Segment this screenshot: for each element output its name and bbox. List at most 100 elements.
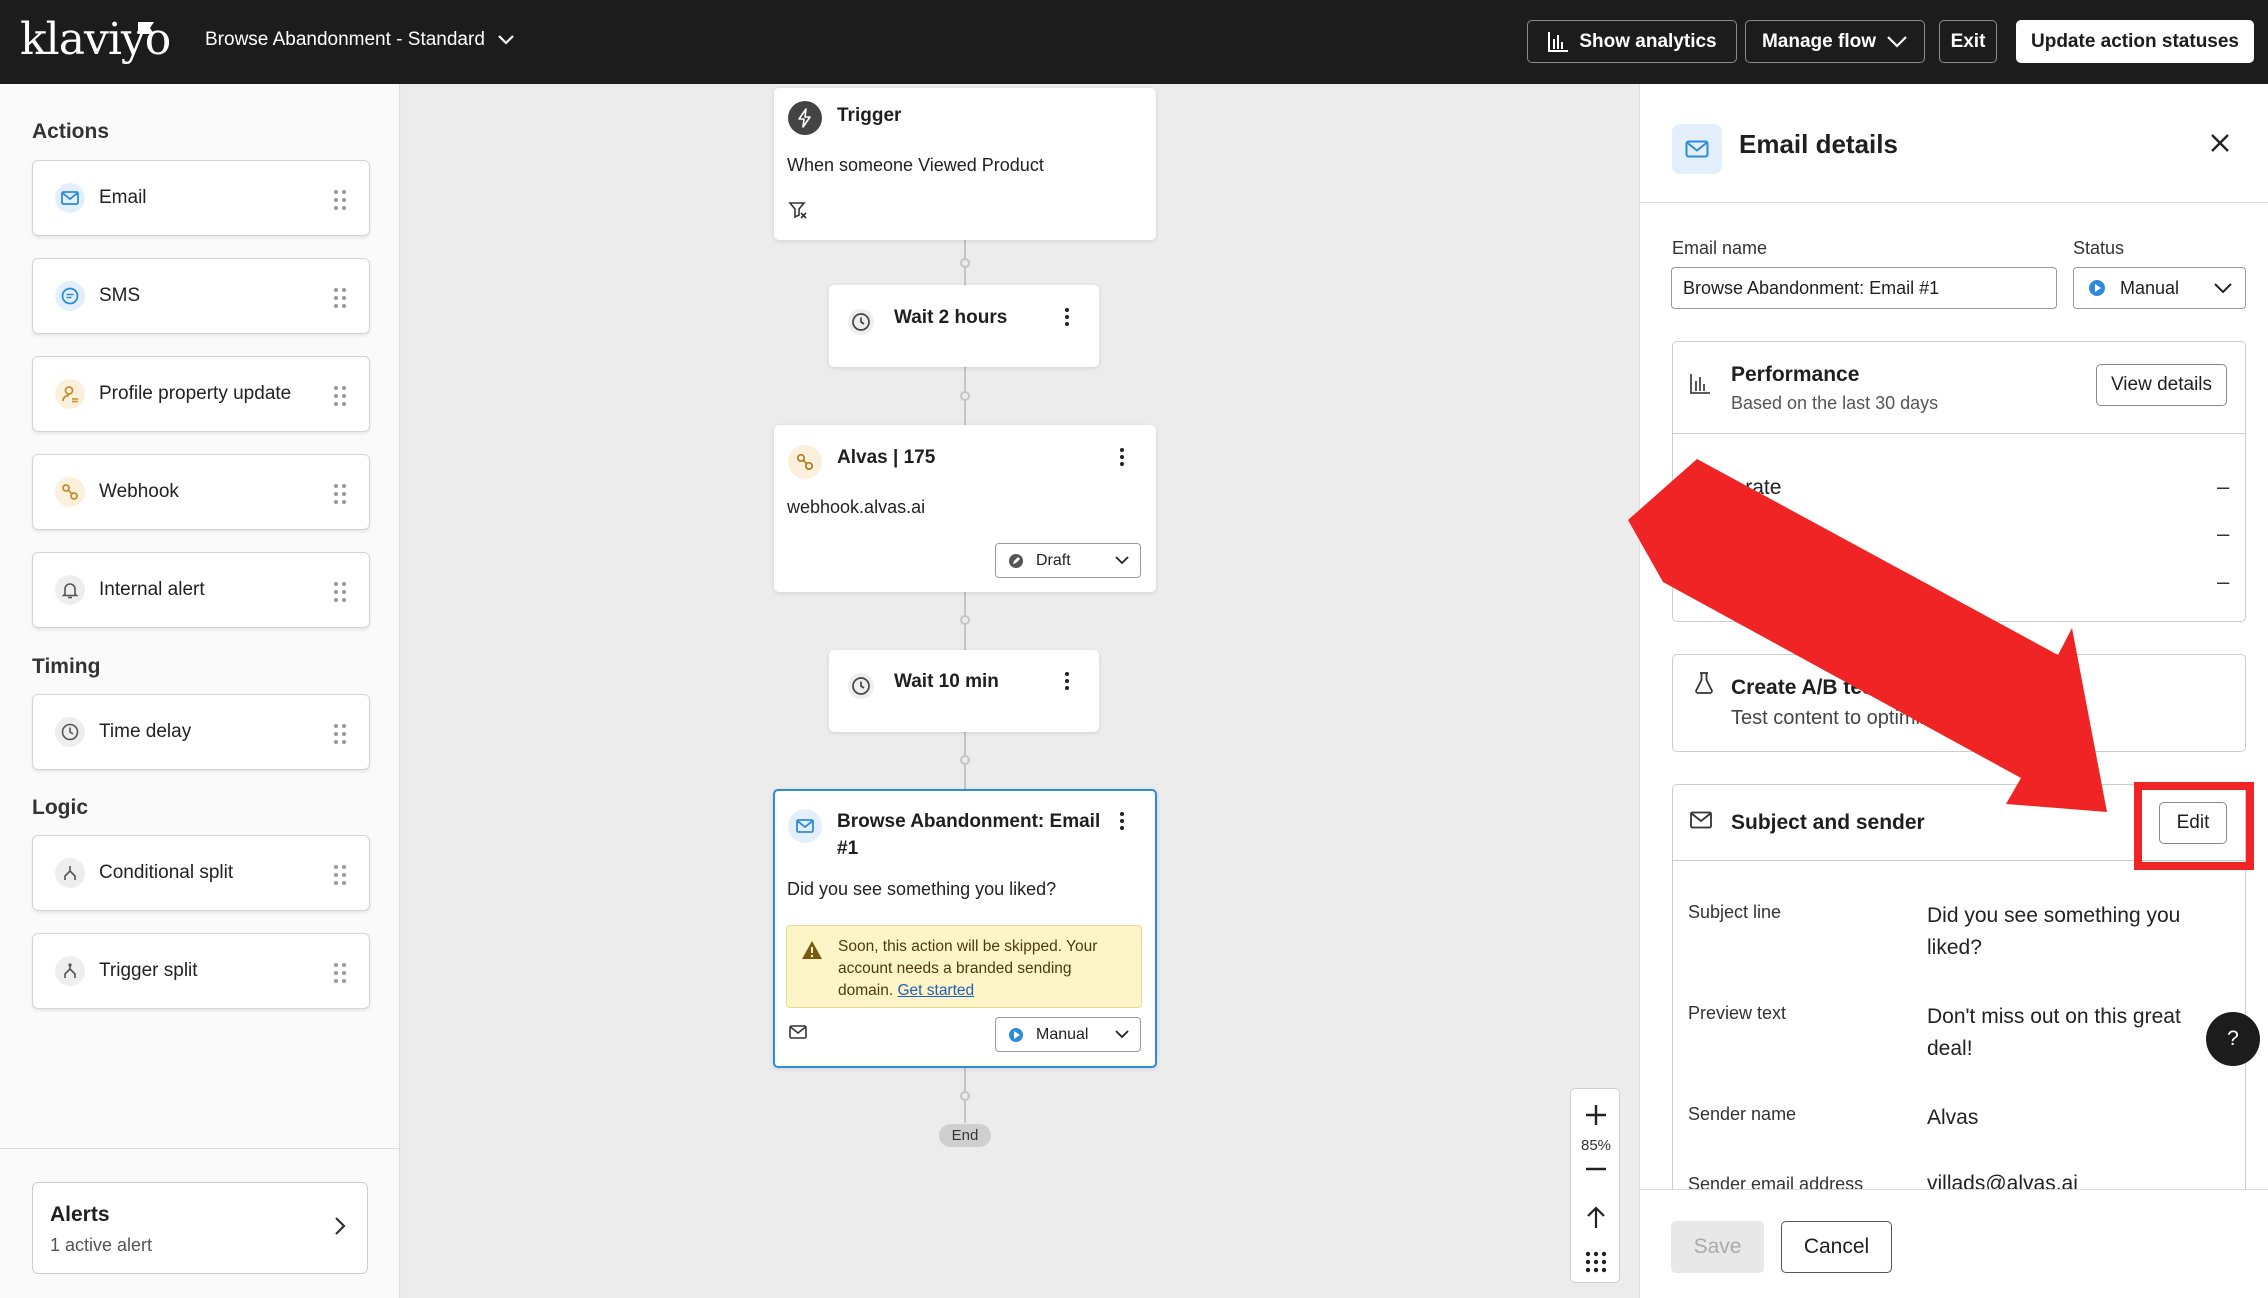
subject-sender-title: Subject and sender	[1731, 811, 1925, 834]
email-icon	[788, 809, 822, 843]
end-marker: End	[939, 1124, 991, 1147]
create-ab-test-card[interactable]	[1672, 654, 2246, 752]
drag-handle-icon[interactable]	[333, 483, 347, 505]
chevron-right-icon	[335, 1217, 346, 1235]
click-rate-label: Click rate	[1688, 523, 1776, 546]
ab-test-title: Create A/B test	[1731, 676, 1881, 699]
more-options-icon[interactable]	[1118, 812, 1126, 833]
panel-divider	[1639, 202, 2268, 203]
status-label: Status	[2073, 238, 2125, 258]
email-preview-icon[interactable]	[789, 1024, 807, 1040]
drag-handle-icon[interactable]	[333, 962, 347, 984]
status-select[interactable]: Manual	[2073, 267, 2246, 309]
connector-dot[interactable]	[960, 615, 970, 625]
drag-handle-icon[interactable]	[333, 581, 347, 603]
arrow-up-icon[interactable]	[1585, 1206, 1607, 1230]
grid-icon[interactable]	[1585, 1251, 1607, 1273]
alerts-card[interactable]: Alerts 1 active alert	[32, 1182, 368, 1274]
show-analytics-label: Show analytics	[1579, 30, 1717, 52]
email-node-subject: Did you see something you liked?	[787, 879, 1057, 899]
help-button[interactable]: ?	[2206, 1012, 2260, 1066]
exit-button[interactable]: Exit	[1939, 20, 1997, 63]
subject-line-label: Subject line	[1688, 902, 1782, 922]
sidebar-item-trigger-split[interactable]: Trigger split	[32, 933, 370, 1009]
alerts-subtitle: 1 active alert	[50, 1235, 153, 1255]
chevron-down-icon	[1115, 1030, 1129, 1039]
webhook-status-select[interactable]: Draft	[995, 543, 1141, 578]
drag-handle-icon[interactable]	[333, 864, 347, 886]
timing-section-title: Timing	[32, 655, 101, 678]
save-button[interactable]: Save	[1671, 1221, 1764, 1273]
drag-handle-icon[interactable]	[333, 189, 347, 211]
drag-handle-icon[interactable]	[333, 723, 347, 745]
chevron-down-icon	[1887, 35, 1907, 48]
flow-name: Browse Abandonment - Standard	[205, 29, 485, 50]
email-name-label: Email name	[1672, 238, 1768, 258]
sms-icon	[55, 281, 85, 311]
more-options-icon[interactable]	[1063, 308, 1071, 329]
view-details-button[interactable]: View details	[2096, 364, 2227, 406]
panel-title: Email details	[1739, 129, 1898, 159]
drag-handle-icon[interactable]	[333, 287, 347, 309]
sender-email-value: villads@alvas.ai	[1927, 1172, 2078, 1189]
sidebar-item-time-delay[interactable]: Time delay	[32, 694, 370, 770]
close-icon[interactable]	[2210, 133, 2230, 153]
connector-dot[interactable]	[960, 755, 970, 765]
more-options-icon[interactable]	[1118, 448, 1126, 469]
update-action-statuses-button[interactable]: Update action statuses	[2016, 20, 2254, 63]
show-analytics-button[interactable]: Show analytics	[1527, 20, 1737, 63]
edit-subject-sender-button[interactable]: Edit	[2159, 802, 2227, 844]
update-statuses-label: Update action statuses	[2031, 30, 2239, 52]
trigger-description: When someone Viewed Product	[787, 155, 1044, 175]
zoom-out-icon[interactable]	[1584, 1166, 1608, 1172]
bar-chart-icon	[1548, 31, 1569, 52]
preview-text-label: Preview text	[1688, 1003, 1787, 1023]
clock-icon	[55, 717, 85, 747]
pencil-icon[interactable]	[1831, 572, 1853, 594]
webhook-icon	[788, 445, 822, 479]
sidebar-divider	[0, 1148, 400, 1149]
webhook-url: webhook.alvas.ai	[787, 497, 926, 517]
trigger-split-icon	[55, 956, 85, 986]
trigger-title: Trigger	[837, 105, 902, 126]
drag-handle-icon[interactable]	[333, 385, 347, 407]
connector-dot[interactable]	[960, 391, 970, 401]
email-icon	[1672, 124, 1722, 174]
webhook-status-label: Draft	[1036, 551, 1071, 569]
filter-icon[interactable]	[788, 200, 808, 220]
more-options-icon[interactable]	[1063, 672, 1071, 693]
sidebar-item-internal-alert[interactable]: Internal alert	[32, 552, 370, 628]
cancel-button[interactable]: Cancel	[1781, 1221, 1892, 1273]
envelope-icon	[1690, 811, 1712, 829]
manage-flow-label: Manage flow	[1761, 30, 1876, 52]
split-icon	[55, 858, 85, 888]
sidebar-item-profile-property-update[interactable]: Profile property update	[32, 356, 370, 432]
sidebar-item-webhook[interactable]: Webhook	[32, 454, 370, 530]
zoom-controls: 85%	[1570, 1088, 1620, 1283]
subject-line-value: Did you see something you liked?	[1927, 904, 2181, 959]
email-status-select[interactable]: Manual	[995, 1017, 1141, 1052]
sidebar-item-sms[interactable]: SMS	[32, 258, 370, 334]
sidebar-item-label: Webhook	[99, 481, 179, 502]
connector-dot[interactable]	[960, 258, 970, 268]
warning-icon	[802, 941, 822, 959]
alerts-title: Alerts	[50, 1203, 110, 1226]
sidebar-item-label: Conditional split	[99, 862, 234, 883]
connector-dot[interactable]	[960, 1091, 970, 1101]
zoom-in-icon[interactable]	[1584, 1103, 1608, 1127]
email-name-input[interactable]: Browse Abandonment: Email #1	[1671, 267, 2057, 309]
status-value: Manual	[2120, 277, 2180, 298]
warning-text-line1: Soon, this action will be skipped. Your	[838, 938, 1098, 955]
preview-text-value: Don't miss out on this great deal!	[1927, 1005, 2181, 1060]
sender-email-row-clipped: Sender email address villads@alvas.ai	[1672, 1168, 2246, 1189]
flow-name-dropdown[interactable]: Browse Abandonment - Standard	[205, 29, 515, 51]
lightning-icon	[788, 101, 822, 135]
sender-email-label: Sender email address	[1688, 1174, 1864, 1189]
performance-subtitle: Based on the last 30 days	[1731, 393, 1939, 413]
manage-flow-button[interactable]: Manage flow	[1745, 20, 1925, 63]
sidebar-item-email[interactable]: Email	[32, 160, 370, 236]
sidebar-item-conditional-split[interactable]: Conditional split	[32, 835, 370, 911]
get-started-link[interactable]: Get started	[897, 982, 974, 999]
card-divider	[1673, 433, 2245, 434]
webhook-title: Alvas | 175	[837, 447, 936, 468]
